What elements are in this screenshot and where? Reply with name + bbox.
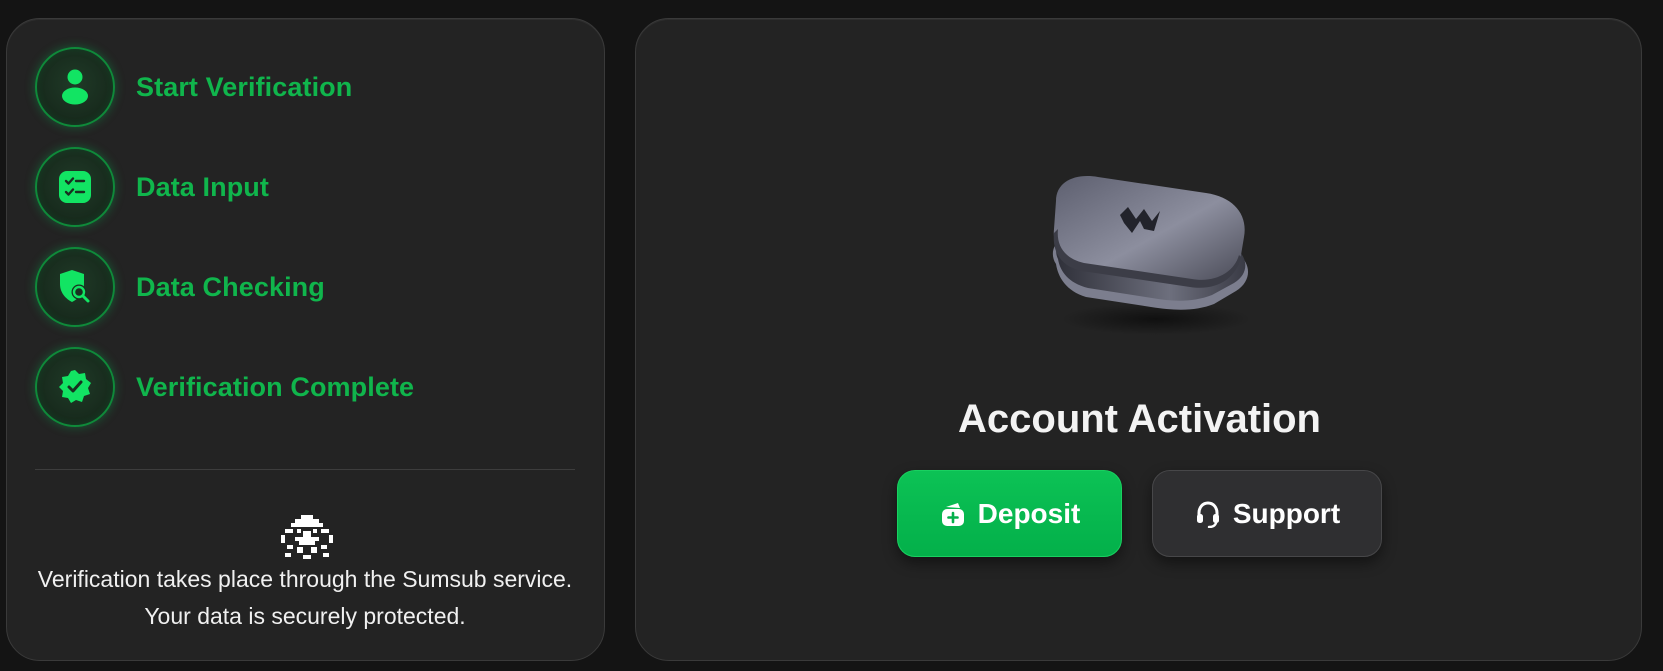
activation-panel: Account Activation Deposit Support <box>635 18 1642 661</box>
step-label: Data Checking <box>136 271 325 302</box>
steps-list: Start Verification Data Input Data Check… <box>35 47 595 447</box>
shield-search-icon <box>35 247 115 327</box>
checklist-icon <box>35 147 115 227</box>
user-icon <box>35 47 115 127</box>
support-button-label: Support <box>1232 497 1341 529</box>
deposit-button-label: Deposit <box>977 497 1081 529</box>
support-button[interactable]: Support <box>1152 470 1382 557</box>
step-data-input: Data Input <box>35 147 595 227</box>
wallet-add-icon <box>939 500 967 528</box>
deposit-button[interactable]: Deposit <box>897 470 1122 557</box>
hardware-wallet-image <box>1036 159 1276 339</box>
headset-icon <box>1194 500 1222 528</box>
step-label: Verification Complete <box>136 371 415 402</box>
verified-badge-icon <box>35 347 115 427</box>
step-verification-complete: Verification Complete <box>35 347 595 427</box>
step-label: Data Input <box>136 171 269 202</box>
page-title: Account Activation <box>958 397 1321 441</box>
verification-steps-panel: Start Verification Data Input Data Check… <box>6 18 605 661</box>
sumsub-logo-icon <box>277 515 337 559</box>
step-data-checking: Data Checking <box>35 247 595 327</box>
step-start-verification: Start Verification <box>35 47 595 127</box>
step-label: Start Verification <box>136 71 353 102</box>
divider <box>35 469 575 470</box>
verification-note: Verification takes place through the Sum… <box>37 566 573 629</box>
